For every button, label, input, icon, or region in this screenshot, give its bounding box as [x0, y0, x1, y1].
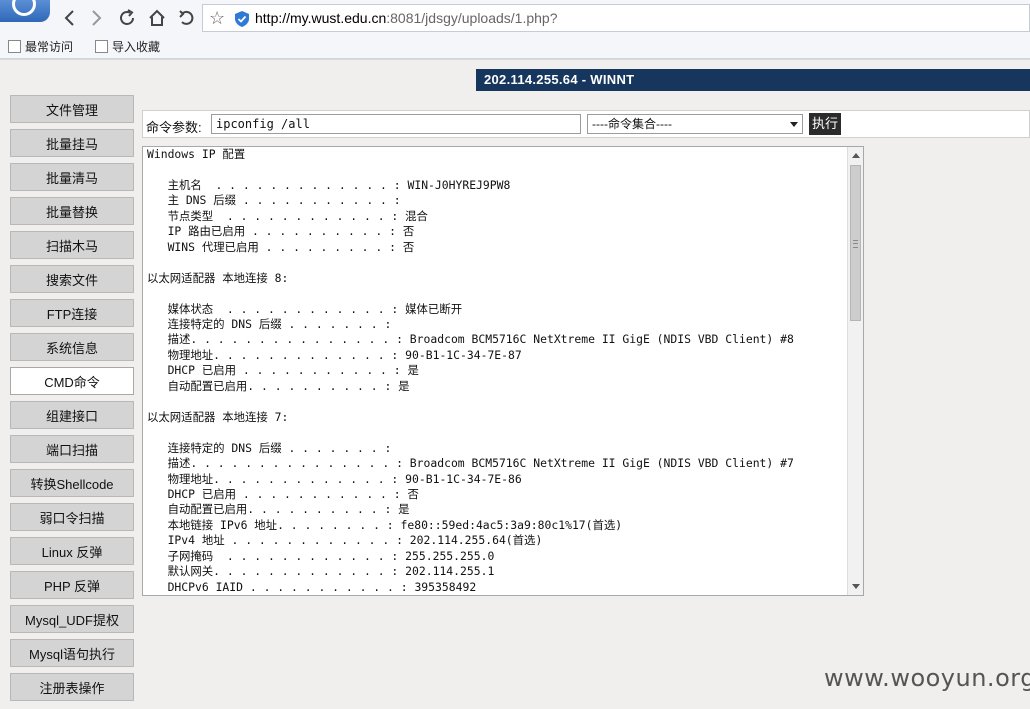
execute-button[interactable]: 执行	[809, 113, 841, 135]
import-bookmark-icon	[95, 40, 108, 53]
undo-icon[interactable]	[175, 6, 199, 30]
scroll-up-icon[interactable]	[852, 153, 860, 158]
refresh-icon[interactable]	[115, 6, 139, 30]
sidebar-item-batch-inject[interactable]: 批量挂马	[10, 129, 134, 157]
bookmark-import[interactable]: 导入收藏	[95, 38, 160, 55]
sidebar-item-cmd[interactable]: CMD命令	[10, 367, 134, 395]
bookmark-label: 最常访问	[25, 40, 74, 54]
sidebar-item-port-scan[interactable]: 端口扫描	[10, 435, 134, 463]
scrollbar-thumb[interactable]	[850, 165, 861, 321]
home-icon[interactable]	[145, 6, 169, 30]
address-bar[interactable]: ☆ http://my.wust.edu.cn:8081/jdsgy/uploa…	[202, 4, 1030, 32]
back-arrow-icon[interactable]	[58, 6, 82, 30]
sidebar-item-weak-password[interactable]: 弱口令扫描	[10, 503, 134, 531]
sidebar-item-php-reverse[interactable]: PHP 反弹	[10, 571, 134, 599]
sidebar-item-system-info[interactable]: 系统信息	[10, 333, 134, 361]
bookmark-star-icon[interactable]: ☆	[209, 8, 225, 29]
sidebar-item-ftp[interactable]: FTP连接	[10, 299, 134, 327]
command-input[interactable]: ipconfig /all	[211, 114, 581, 134]
bookmark-label: 导入收藏	[112, 40, 161, 54]
browser-logo-icon[interactable]	[0, 0, 50, 22]
bookmark-folder-icon	[8, 40, 21, 53]
browser-toolbar: ☆ http://my.wust.edu.cn:8081/jdsgy/uploa…	[0, 0, 1030, 37]
sidebar-item-mysql-udf[interactable]: Mysql_UDF提权	[10, 605, 134, 633]
page-content: 202.114.255.64 - WINNT 文件管理 批量挂马 批量清马 批量…	[0, 59, 1030, 709]
server-header: 202.114.255.64 - WINNT	[476, 69, 1030, 91]
sidebar-item-registry[interactable]: 注册表操作	[10, 673, 134, 701]
shield-icon	[235, 11, 249, 27]
sidebar-item-file-manager[interactable]: 文件管理	[10, 95, 134, 123]
output-text: Windows IP 配置 主机名 . . . . . . . . . . . …	[147, 147, 794, 594]
command-label: 命令参数:	[146, 120, 202, 135]
sidebar-item-batch-clean[interactable]: 批量清马	[10, 163, 134, 191]
chevron-down-icon	[790, 122, 798, 127]
output-scrollbar[interactable]	[847, 147, 863, 595]
url-text: http://my.wust.edu.cn:8081/jdsgy/uploads…	[255, 10, 558, 26]
scroll-down-icon[interactable]	[852, 584, 860, 589]
sidebar-item-search-files[interactable]: 搜索文件	[10, 265, 134, 293]
command-preset-value: ----命令集合----	[592, 117, 672, 131]
bookmark-most-visited[interactable]: 最常访问	[8, 38, 73, 55]
sidebar-item-build-interface[interactable]: 组建接口	[10, 401, 134, 429]
bookmarks-bar: 最常访问 导入收藏	[0, 36, 1030, 59]
command-output[interactable]: Windows IP 配置 主机名 . . . . . . . . . . . …	[142, 146, 864, 596]
sidebar-item-shellcode[interactable]: 转换Shellcode	[10, 469, 134, 497]
watermark: www.wooyun.org	[824, 664, 1030, 692]
command-preset-select[interactable]: ----命令集合----	[587, 114, 803, 134]
url-host: http://my.wust.edu.cn	[255, 10, 387, 26]
url-path: :8081/jdsgy/uploads/1.php?	[386, 10, 558, 26]
sidebar-item-linux-reverse[interactable]: Linux 反弹	[10, 537, 134, 565]
forward-arrow-icon[interactable]	[84, 6, 108, 30]
sidebar-item-batch-replace[interactable]: 批量替换	[10, 197, 134, 225]
command-bar: 命令参数: ipconfig /all ----命令集合---- 执行	[142, 110, 1030, 138]
sidebar-item-mysql-query[interactable]: Mysql语句执行	[10, 639, 134, 667]
sidebar-item-scan-trojan[interactable]: 扫描木马	[10, 231, 134, 259]
